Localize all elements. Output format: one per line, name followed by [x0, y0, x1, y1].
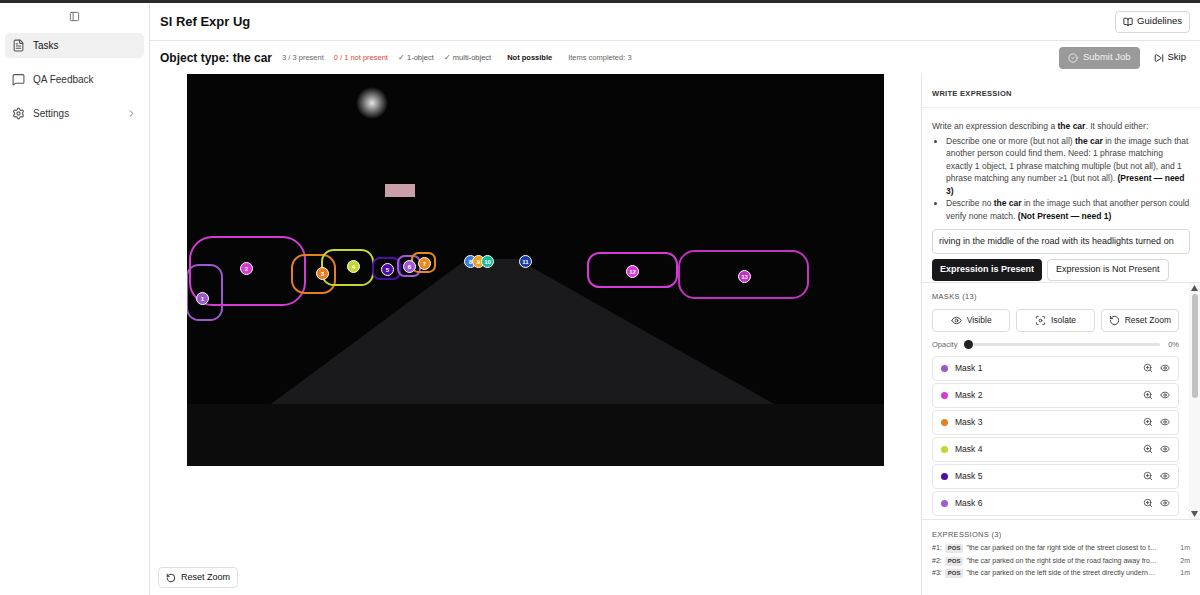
mask-tool-button[interactable]: Isolate — [1016, 309, 1094, 332]
mask-outline[interactable] — [398, 256, 420, 276]
pos-tag: POS — [945, 544, 964, 553]
scrollbar[interactable] — [1189, 283, 1200, 519]
instructions: Write an expression describing a the car… — [922, 108, 1200, 222]
mask-outlines — [187, 74, 884, 466]
zoom-in-icon[interactable] — [1143, 390, 1153, 400]
masks-section: MASKS (13)VisibleIsolateReset ZoomOpacit… — [922, 283, 1200, 520]
mask-row[interactable]: Mask 6 — [932, 491, 1179, 516]
write-expression-section: WRITE EXPRESSIONWrite an expression desc… — [922, 74, 1200, 283]
expression-input[interactable]: riving in the middle of the road with it… — [932, 229, 1190, 254]
eye-icon[interactable] — [1160, 471, 1170, 481]
mask-badge[interactable]: 12 — [626, 265, 639, 278]
mask-outline[interactable] — [292, 255, 335, 293]
mask-color-dot — [941, 473, 948, 480]
reset-icon — [166, 573, 176, 583]
expression-choice-button[interactable]: Expression is Present — [932, 259, 1042, 281]
status-bar: Object type: the car3 / 3 present0 / 1 n… — [150, 41, 1200, 74]
mask-color-dot — [941, 365, 948, 372]
app-title: Sl Ref Expr Ug — [160, 12, 250, 32]
zoom-in-icon[interactable] — [1143, 498, 1153, 508]
mask-badge[interactable]: 11 — [519, 255, 532, 268]
mask-color-dot — [941, 446, 948, 453]
mask-row[interactable]: Mask 3 — [932, 410, 1179, 435]
expression-item[interactable]: #3:POS"the car parked on the left side o… — [932, 568, 1190, 579]
sidebar-item[interactable]: Tasks — [5, 33, 144, 58]
collapse-sidebar-icon[interactable] — [69, 11, 80, 22]
mask-badge[interactable]: 7 — [418, 257, 431, 270]
mask-row[interactable]: Mask 1 — [932, 356, 1179, 381]
eye-icon[interactable] — [1160, 444, 1170, 454]
mask-tool-button[interactable]: Reset Zoom — [1101, 309, 1179, 332]
mask-outline[interactable] — [373, 258, 400, 279]
scroll-up-icon[interactable] — [1191, 285, 1198, 291]
zoom-in-icon[interactable] — [1143, 471, 1153, 481]
check-status: ✓ 1-object — [398, 52, 434, 63]
canvas-area: 12345678910111213Reset Zoom — [150, 74, 921, 595]
mask-badge[interactable]: 13 — [738, 270, 751, 283]
mask-outline[interactable] — [588, 253, 677, 287]
app: Tasks QA Feedback Settings Sl Ref Expr Ug Gu… — [0, 0, 1200, 595]
mask-row[interactable]: Mask 4 — [932, 437, 1179, 462]
guidelines-button[interactable]: Guidelines — [1115, 11, 1190, 33]
submit-job-button[interactable]: Submit Job — [1059, 47, 1140, 69]
right-panel: WRITE EXPRESSIONWrite an expression desc… — [921, 74, 1200, 595]
mask-row[interactable]: Mask 5 — [932, 464, 1179, 489]
feedback-icon — [12, 73, 25, 86]
skip-icon — [1154, 53, 1164, 63]
mask-color-dot — [941, 392, 948, 399]
mask-badge[interactable]: 2 — [240, 262, 253, 275]
pos-tag: POS — [945, 557, 964, 566]
tasks-icon — [12, 39, 25, 52]
reset-zoom-button[interactable]: Reset Zoom — [158, 567, 238, 588]
eye-icon[interactable] — [1160, 390, 1170, 400]
mask-badge[interactable]: 1 — [196, 292, 209, 305]
expressions-section: EXPRESSIONS (3)#1:POS"the car parked on … — [922, 520, 1200, 595]
mask-badge[interactable]: 4 — [347, 260, 360, 273]
mask-row[interactable]: Mask 2 — [932, 383, 1179, 408]
mask-outline[interactable] — [322, 250, 373, 285]
mask-outline[interactable] — [190, 237, 305, 305]
eye-icon[interactable] — [1160, 417, 1170, 427]
mask-badge[interactable]: 6 — [403, 260, 416, 273]
instruction-bullet: Describe no the car in the image such th… — [946, 197, 1190, 222]
scroll-down-icon[interactable] — [1191, 511, 1198, 517]
zoom-in-icon[interactable] — [1143, 444, 1153, 454]
skip-button[interactable]: Skip — [1150, 47, 1190, 69]
image-canvas[interactable]: 12345678910111213 — [187, 74, 884, 466]
instruction-bullet: Describe one or more (but not all) the c… — [946, 135, 1190, 198]
mask-badge[interactable]: 5 — [381, 263, 394, 276]
sidebar-item[interactable]: QA Feedback — [5, 67, 144, 92]
zoom-in-icon[interactable] — [1143, 363, 1153, 373]
settings-icon — [12, 107, 25, 120]
expression-choice-button[interactable]: Expression is Not Present — [1047, 259, 1169, 281]
check-circle-icon — [1068, 53, 1078, 63]
eye-icon[interactable] — [1160, 498, 1170, 508]
mask-badge[interactable]: 10 — [481, 255, 494, 268]
sidebar-item[interactable]: Settings — [5, 101, 144, 126]
expression-item[interactable]: #2:POS"the car parked on the right side … — [932, 556, 1190, 567]
mask-outline[interactable] — [679, 251, 808, 298]
zoom-in-icon[interactable] — [1143, 417, 1153, 427]
reset-icon — [1109, 315, 1120, 326]
pos-tag: POS — [945, 569, 964, 578]
chevron-right-icon — [126, 108, 137, 119]
eye-icon[interactable] — [1160, 363, 1170, 373]
top-header: Sl Ref Expr Ug Guidelines — [150, 3, 1200, 41]
mask-color-dot — [941, 419, 948, 426]
eye-icon — [951, 315, 962, 326]
opacity-slider[interactable] — [965, 343, 1160, 346]
book-icon — [1123, 17, 1133, 27]
mask-badge[interactable]: 3 — [316, 267, 329, 280]
expression-item[interactable]: #1:POS"the car parked on the far right s… — [932, 543, 1190, 554]
mask-color-dot — [941, 500, 948, 507]
opacity-control: Opacity0% — [932, 339, 1179, 350]
sidebar: Tasks QA Feedback Settings — [0, 3, 150, 595]
check-status: ✓ multi-object — [444, 52, 491, 63]
isolate-icon — [1035, 315, 1046, 326]
mask-tool-button[interactable]: Visible — [932, 309, 1010, 332]
